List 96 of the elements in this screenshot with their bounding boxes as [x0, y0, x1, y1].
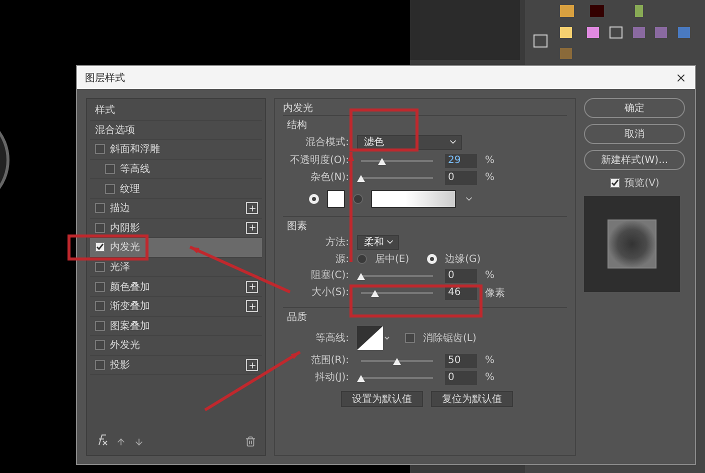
close-icon[interactable] [675, 72, 687, 84]
dialog-button[interactable]: 取消 [584, 124, 685, 144]
value-field[interactable]: 0 [445, 170, 477, 184]
value-field[interactable]: 0 [445, 268, 477, 282]
dialog-button[interactable]: 新建样式(W)... [584, 150, 685, 170]
add-icon[interactable] [246, 222, 258, 234]
checkbox-label: 消除锯齿(L) [423, 332, 476, 345]
frame-icon[interactable] [534, 34, 548, 48]
radio-button[interactable] [353, 194, 363, 204]
checkbox[interactable] [95, 282, 105, 292]
swatch-icon[interactable] [610, 26, 622, 38]
checkbox[interactable] [95, 203, 105, 214]
color-swatch[interactable] [327, 190, 345, 208]
default-button[interactable]: 复位为默认值 [431, 391, 513, 407]
slider-thumb[interactable] [393, 358, 401, 364]
move-up-icon[interactable] [116, 436, 126, 446]
checkbox[interactable] [95, 262, 105, 272]
field-label: 源: [334, 254, 349, 264]
checkbox[interactable] [95, 320, 105, 331]
swatch-icon[interactable] [590, 5, 604, 17]
default-button[interactable]: 设置为默认值 [341, 391, 423, 407]
swatch-icon[interactable] [587, 27, 599, 38]
unit-label: % [485, 172, 495, 183]
swatch-icon[interactable] [635, 5, 643, 17]
swatch-icon[interactable] [678, 27, 690, 38]
checkbox[interactable] [95, 340, 105, 350]
annotation-box [350, 108, 418, 152]
group-heading: 图素 [287, 220, 308, 233]
style-list-item[interactable]: 外发光 [90, 336, 262, 356]
field-label: 抖动(J): [314, 372, 349, 383]
style-list-item[interactable]: 颜色叠加 [90, 277, 262, 297]
group-heading: 结构 [287, 118, 308, 132]
style-list-item[interactable]: 斜面和浮雕 [90, 140, 262, 160]
field-label: 杂色(N): [309, 172, 349, 183]
style-list-item[interactable]: 投影 [90, 356, 262, 376]
unit-label: 像素 [485, 286, 505, 300]
trash-icon[interactable] [245, 436, 256, 447]
style-list-item[interactable]: 渐变叠加 [90, 296, 262, 317]
style-list-item[interactable]: 内发光 [90, 238, 262, 258]
checkbox[interactable] [95, 144, 105, 154]
value-field[interactable]: 29 [445, 154, 477, 168]
contour-picker[interactable] [357, 326, 391, 350]
slider-thumb[interactable] [357, 272, 365, 280]
style-list-item[interactable]: 纹理 [90, 179, 262, 199]
swatch-icon[interactable] [560, 5, 574, 17]
dialog-title: 图层样式 [85, 72, 125, 84]
option-label: 居中(E) [375, 252, 410, 266]
add-icon[interactable] [246, 202, 258, 214]
checkbox[interactable] [405, 333, 415, 343]
move-down-icon[interactable] [134, 436, 144, 446]
style-list-item[interactable]: 等高线 [90, 160, 262, 180]
dialog-button[interactable]: 确定 [584, 98, 685, 118]
slider-thumb[interactable] [378, 158, 386, 164]
checkbox[interactable] [95, 222, 105, 233]
field-label: 阻塞(C): [310, 270, 349, 281]
checkbox[interactable] [105, 184, 115, 194]
value-field[interactable]: 50 [445, 354, 477, 368]
value-field[interactable]: 0 [445, 370, 477, 384]
checkbox[interactable] [95, 301, 105, 312]
blend-mode-dropdown[interactable]: 滤色 [357, 134, 462, 150]
style-list-item[interactable]: 描边 [90, 198, 262, 219]
checkbox[interactable] [95, 242, 105, 252]
swatch-icon[interactable] [655, 27, 667, 38]
style-list-item[interactable]: 图案叠加 [90, 316, 262, 336]
field-label: 方法: [324, 236, 349, 248]
group-heading: 品质 [287, 310, 308, 324]
unit-label: % [485, 355, 495, 366]
unit-label: % [485, 270, 495, 281]
unit-label: % [485, 155, 495, 166]
option-label: 边缘(G) [445, 252, 481, 266]
unit-label: % [485, 372, 495, 383]
style-list-item[interactable]: 样式 [90, 101, 262, 121]
slider-thumb[interactable] [371, 290, 380, 296]
checkbox[interactable] [610, 178, 620, 188]
checkbox[interactable] [95, 360, 105, 370]
radio-button[interactable] [357, 254, 367, 264]
add-icon[interactable] [246, 300, 258, 312]
field-label: 不透明度(O): [288, 155, 349, 166]
swatch-icon[interactable] [560, 27, 572, 38]
checkbox-label: 预览(V) [624, 177, 660, 190]
swatch-icon[interactable] [633, 27, 645, 38]
field-label: 混合模式: [304, 136, 349, 148]
technique-dropdown[interactable]: 柔和 [357, 234, 399, 250]
slider-thumb[interactable] [357, 374, 365, 382]
slider-thumb[interactable] [357, 174, 365, 182]
section-title: 内发光 [283, 102, 314, 115]
add-icon[interactable] [246, 359, 258, 372]
checkbox[interactable] [105, 164, 115, 174]
style-list-item[interactable]: 光泽 [90, 258, 262, 278]
field-label: 大小(S): [310, 287, 349, 298]
style-list-item[interactable]: 混合选项 [90, 120, 262, 140]
field-label: 范围(R): [310, 355, 349, 366]
add-icon[interactable] [246, 280, 258, 293]
field-label: 等高线: [314, 332, 349, 344]
swatch-icon[interactable] [560, 48, 572, 59]
gradient-swatch[interactable] [371, 190, 456, 208]
